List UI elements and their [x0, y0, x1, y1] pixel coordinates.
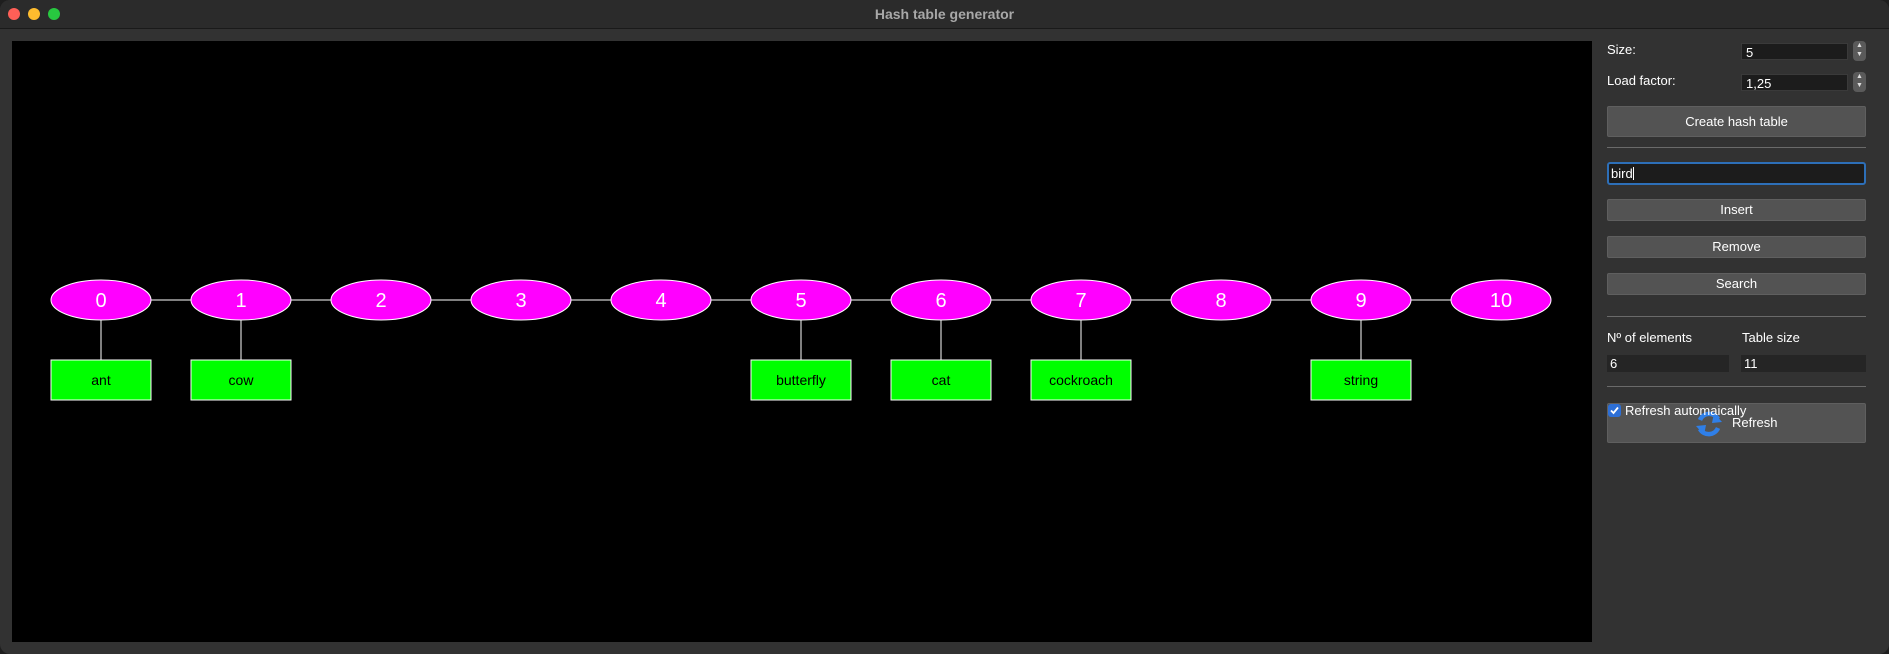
bucket-index-label: 7 [1075, 290, 1086, 312]
size-input[interactable]: 5 [1741, 43, 1848, 60]
bucket-index-label: 6 [935, 290, 946, 312]
separator [1607, 147, 1866, 148]
separator [1607, 386, 1866, 387]
text-caret [1632, 167, 1634, 180]
insert-button[interactable]: Insert [1607, 199, 1866, 221]
load-factor-stepper[interactable]: ▲ ▼ [1853, 72, 1866, 92]
load-factor-input[interactable]: 1,25 [1741, 74, 1848, 91]
bucket-index-label: 10 [1490, 290, 1512, 312]
bucket-index-label: 4 [655, 290, 666, 312]
entry-value-label: ant [91, 372, 111, 388]
bucket-index-label: 3 [515, 290, 526, 312]
checkmark-icon [1610, 406, 1619, 415]
control-panel: Size: 5 ▲ ▼ Load factor: 1,25 ▲ ▼ Create h… [1595, 28, 1889, 654]
table-size-label: Table size [1742, 330, 1800, 345]
auto-refresh-checkbox[interactable] [1608, 404, 1621, 417]
create-hash-table-button[interactable]: Create hash table [1607, 106, 1866, 137]
entry-value-label: string [1344, 372, 1378, 388]
bucket-index-label: 2 [375, 290, 386, 312]
entry-value-label: butterfly [776, 372, 826, 388]
hash-table-canvas: 0 1 2 3 4 5 6 7 8 9 10 ant cow butterfly cat cockroach s… [12, 41, 1592, 642]
app-window: Hash table generator 0 1 2 3 4 5 6 7 8 9 10 ant cow b… [0, 0, 1889, 654]
size-stepper[interactable]: ▲ ▼ [1853, 41, 1866, 61]
hash-table-diagram: 0 1 2 3 4 5 6 7 8 9 10 ant cow butterfly cat cockroach s… [50, 279, 1552, 401]
elements-count-field: 6 [1607, 355, 1729, 372]
window-title: Hash table generator [874, 6, 1015, 22]
table-size-field: 11 [1741, 355, 1866, 372]
elements-count-label: Nº of elements [1607, 330, 1692, 345]
bucket-index-label: 8 [1215, 290, 1226, 312]
remove-button[interactable]: Remove [1607, 236, 1866, 258]
bucket-index-label: 0 [95, 290, 106, 312]
entry-value-label: cat [932, 372, 951, 388]
separator [1607, 316, 1866, 317]
key-input[interactable]: bird [1607, 162, 1866, 185]
auto-refresh-label: Refresh automaically [1625, 403, 1747, 418]
search-button[interactable]: Search [1607, 273, 1866, 295]
bucket-index-label: 5 [795, 290, 806, 312]
title-bar: Hash table generator [0, 0, 1889, 29]
size-label: Size: [1607, 42, 1636, 57]
load-factor-label: Load factor: [1607, 73, 1676, 88]
entry-value-label: cockroach [1049, 372, 1113, 388]
bucket-index-label: 1 [235, 290, 246, 312]
key-input-value: bird [1611, 166, 1633, 181]
entry-value-label: cow [229, 372, 255, 388]
bucket-index-label: 9 [1355, 290, 1366, 312]
